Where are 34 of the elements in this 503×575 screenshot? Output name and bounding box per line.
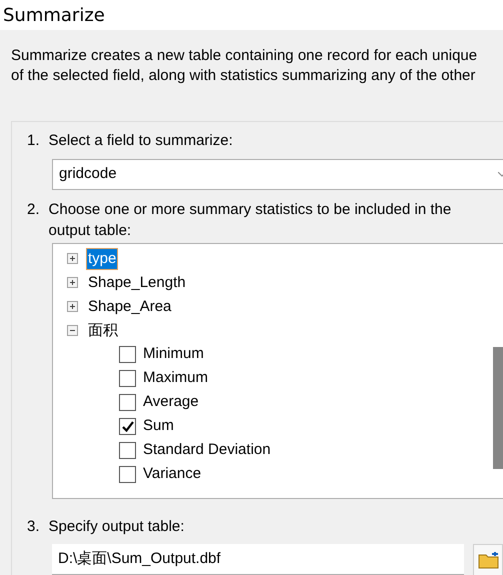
step-number: 2. [27,200,40,220]
checkbox[interactable] [119,418,136,435]
expand-icon[interactable] [67,277,78,288]
field-dropdown[interactable]: gridcode [52,158,503,190]
collapse-icon[interactable] [67,325,78,336]
step-label: Specify output table: [48,516,184,536]
step-label: Choose one or more summary statistics to be included in the output table: [48,200,452,240]
statistic-label: Average [143,392,199,412]
statistic-label: Standard Deviation [143,440,271,460]
output-field[interactable]: D:\桌面\Sum_Output.dbf [52,544,464,575]
step-number: 3. [27,516,40,536]
step-number: 1. [27,131,40,151]
folder-icon [478,552,500,568]
statistic-label: Minimum [143,344,204,364]
checkmark-icon [122,421,134,432]
window-title: Summarize [3,4,105,28]
statistic-label: Sum [143,416,174,436]
checkbox[interactable] [119,370,136,387]
checkbox[interactable] [119,442,136,459]
description-text: Summarize creates a new table containing one record for each unique [11,46,478,66]
checkbox[interactable] [119,394,136,411]
statistic-label: Variance [143,464,202,484]
expand-icon[interactable] [67,253,78,264]
checkbox[interactable] [119,466,136,483]
expand-icon[interactable] [67,301,78,312]
checkbox[interactable] [119,346,136,363]
tree-item[interactable]: type [86,248,118,270]
step-label: Select a field to summarize: [48,131,233,151]
description-text: of the selected field, along with statistics summarizing any of the other [11,66,476,86]
browse-button[interactable] [473,544,503,575]
tree-item[interactable]: Shape_Area [86,296,174,318]
statistic-label: Maximum [143,368,208,388]
tree-item[interactable]: Shape_Length [86,272,188,294]
tree-item[interactable]: 面积 [86,320,120,342]
